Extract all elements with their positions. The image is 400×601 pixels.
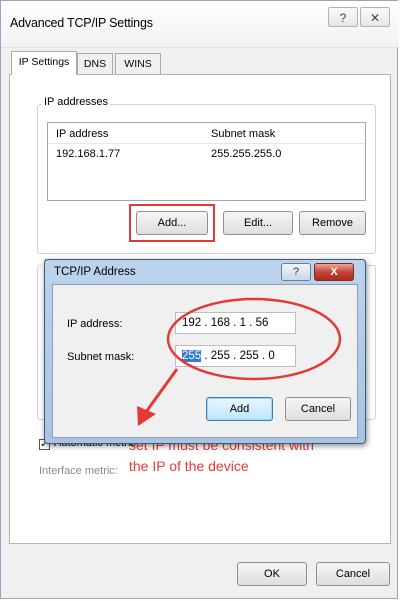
tab-ip-settings[interactable]: IP Settings xyxy=(11,51,77,75)
arrow-shaft xyxy=(144,368,179,413)
highlight-ellipse xyxy=(166,297,342,381)
annotation-overlay xyxy=(137,297,342,426)
